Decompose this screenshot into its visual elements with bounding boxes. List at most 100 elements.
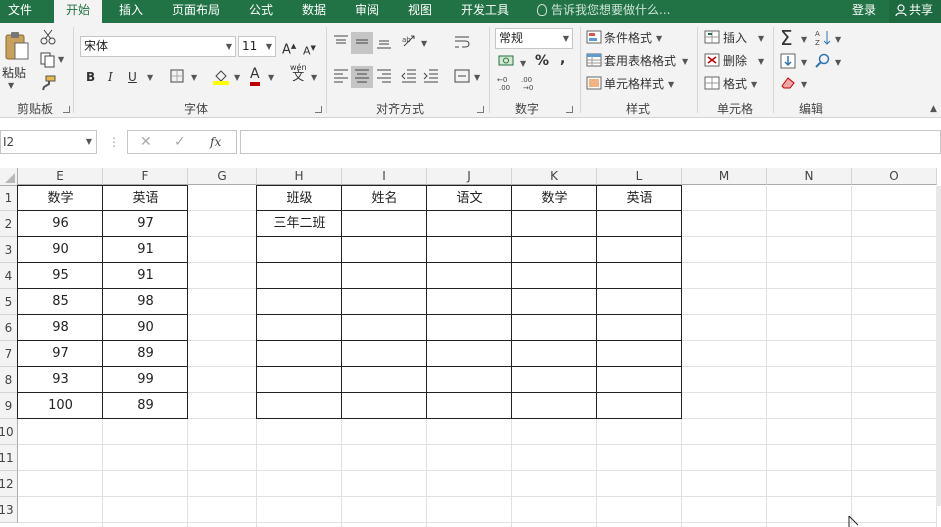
conditional-format-button[interactable]: 条件格式: [604, 30, 652, 46]
column-header-h[interactable]: H: [257, 168, 342, 185]
conditional-format-icon[interactable]: [586, 30, 602, 44]
increase-font-icon[interactable]: A▲: [282, 38, 296, 58]
column-header-e[interactable]: E: [18, 168, 103, 185]
border-dropdown-icon[interactable]: ▼: [191, 73, 197, 82]
sort-dropdown-icon[interactable]: ▼: [835, 35, 841, 44]
format-as-table-button[interactable]: 套用表格格式: [604, 53, 676, 69]
row-header-10[interactable]: 10: [0, 419, 18, 445]
insert-function-icon[interactable]: fx: [210, 134, 221, 150]
decrease-font-icon[interactable]: A▼: [303, 40, 316, 60]
table1-cell[interactable]: 90: [18, 237, 103, 263]
tab-insert[interactable]: 插入: [108, 0, 154, 23]
align-center-icon[interactable]: [354, 69, 370, 83]
row-header-4[interactable]: 4: [0, 263, 18, 289]
column-header-i[interactable]: I: [342, 168, 427, 185]
table1-cell[interactable]: 93: [18, 367, 103, 393]
table1-cell[interactable]: 90: [103, 315, 188, 341]
vertical-scrollbar[interactable]: [936, 186, 941, 506]
table1-header-cell[interactable]: 英语: [103, 186, 188, 211]
column-header-f[interactable]: F: [103, 168, 188, 185]
tab-home[interactable]: 开始: [54, 0, 102, 23]
formula-bar-more-icon[interactable]: ⋮: [108, 134, 120, 150]
cut-icon[interactable]: [40, 29, 56, 45]
table1-header-cell[interactable]: 数学: [18, 186, 103, 211]
autosum-icon[interactable]: Σ: [780, 26, 793, 50]
table1-cell[interactable]: 91: [103, 237, 188, 263]
font-color-button[interactable]: A: [250, 67, 260, 86]
font-launcher-icon[interactable]: [315, 106, 322, 113]
number-launcher-icon[interactable]: [566, 106, 573, 113]
table1-cell[interactable]: 97: [103, 211, 188, 237]
number-format-select[interactable]: 常规 ▼: [495, 28, 573, 49]
align-left-icon[interactable]: [333, 69, 349, 83]
column-header-j[interactable]: J: [427, 168, 512, 185]
tab-page-layout[interactable]: 页面布局: [164, 0, 228, 23]
table1-cell[interactable]: 95: [18, 263, 103, 289]
login-link[interactable]: 登录: [852, 0, 876, 21]
delete-dropdown-icon[interactable]: ▼: [758, 57, 764, 66]
find-select-icon[interactable]: [815, 53, 831, 69]
conditional-format-dropdown-icon[interactable]: ▼: [656, 34, 662, 43]
table1-cell[interactable]: 100: [18, 393, 103, 419]
format-painter-icon[interactable]: [40, 75, 56, 91]
paste-dropdown-icon[interactable]: ▼: [8, 81, 14, 90]
format-as-table-icon[interactable]: [586, 53, 602, 67]
orientation-dropdown-icon[interactable]: ▼: [421, 39, 427, 48]
row-header-8[interactable]: 8: [0, 367, 18, 393]
column-header-l[interactable]: L: [597, 168, 682, 185]
cell-styles-button[interactable]: 单元格样式: [604, 76, 664, 92]
tab-developer[interactable]: 开发工具: [452, 0, 518, 23]
insert-cells-button[interactable]: 插入: [723, 30, 747, 46]
cell-styles-icon[interactable]: [586, 76, 602, 90]
table2-cell-class[interactable]: 三年二班: [257, 211, 342, 237]
decrease-decimal-icon[interactable]: .00→0: [521, 75, 541, 91]
font-size-select[interactable]: 11 ▼: [238, 36, 276, 57]
percent-button[interactable]: %: [535, 53, 549, 69]
tab-review[interactable]: 审阅: [345, 0, 389, 23]
table1-cell[interactable]: 89: [103, 341, 188, 367]
table1-cell[interactable]: 98: [103, 289, 188, 315]
tab-data[interactable]: 数据: [292, 0, 336, 23]
comma-button[interactable]: ,: [560, 51, 565, 67]
fill-down-icon[interactable]: [780, 53, 796, 69]
table2-header-cell[interactable]: 班级: [257, 186, 342, 211]
bold-button[interactable]: B: [86, 69, 95, 85]
autosum-dropdown-icon[interactable]: ▼: [801, 35, 807, 44]
format-dropdown-icon[interactable]: ▼: [751, 80, 757, 89]
accounting-dropdown-icon[interactable]: ▼: [520, 59, 526, 68]
copy-dropdown-icon[interactable]: ▼: [58, 55, 64, 64]
format-cells-icon[interactable]: [704, 76, 720, 90]
phonetic-button[interactable]: wén 文: [290, 63, 307, 82]
name-box[interactable]: I2 ▼: [0, 130, 97, 154]
insert-cells-icon[interactable]: [704, 30, 720, 44]
row-header-6[interactable]: 6: [0, 315, 18, 341]
tab-file[interactable]: 文件: [0, 0, 40, 23]
font-color-dropdown-icon[interactable]: ▼: [268, 73, 274, 82]
tab-formulas[interactable]: 公式: [239, 0, 283, 23]
column-header-k[interactable]: K: [512, 168, 597, 185]
border-icon[interactable]: [170, 69, 184, 83]
wrap-text-icon[interactable]: [454, 35, 470, 51]
format-as-table-dropdown-icon[interactable]: ▼: [682, 57, 688, 66]
table1-cell[interactable]: 85: [18, 289, 103, 315]
row-header-12[interactable]: 12: [0, 471, 18, 497]
column-header-g[interactable]: G: [188, 168, 257, 185]
table2-header-cell[interactable]: 姓名: [342, 186, 427, 211]
increase-decimal-icon[interactable]: ←0.00: [497, 75, 517, 91]
confirm-icon[interactable]: ✓: [174, 134, 186, 150]
row-header-7[interactable]: 7: [0, 341, 18, 367]
table1-cell[interactable]: 98: [18, 315, 103, 341]
delete-cells-button[interactable]: 删除: [723, 53, 747, 69]
table1-cell[interactable]: 89: [103, 393, 188, 419]
row-header-3[interactable]: 3: [0, 237, 18, 263]
table1-cell[interactable]: 91: [103, 263, 188, 289]
column-header-m[interactable]: M: [682, 168, 767, 185]
table1-cell[interactable]: 97: [18, 341, 103, 367]
cancel-icon[interactable]: ✕: [140, 134, 152, 150]
align-top-icon[interactable]: [333, 35, 349, 49]
row-header-11[interactable]: 11: [0, 445, 18, 471]
format-cells-button[interactable]: 格式: [723, 76, 747, 92]
paste-button[interactable]: 粘贴: [2, 65, 26, 81]
align-bottom-icon[interactable]: [376, 35, 392, 49]
delete-cells-icon[interactable]: [704, 53, 720, 67]
